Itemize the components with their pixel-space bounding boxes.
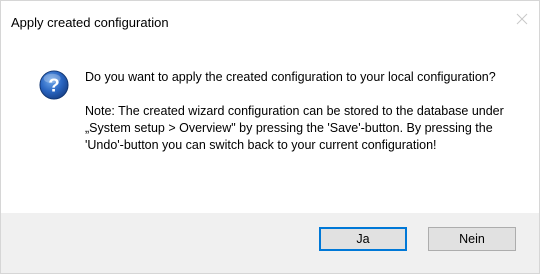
note-text: Note: The created wizard configuration c… [85, 104, 504, 152]
message-area: ? Do you want to apply the created confi… [1, 45, 539, 214]
question-icon: ? [39, 70, 69, 100]
window-title: Apply created configuration [11, 15, 169, 30]
button-bar: Ja Nein [1, 213, 539, 273]
message-text: Do you want to apply the created configu… [85, 69, 525, 154]
no-button[interactable]: Nein [428, 227, 516, 251]
dialog-window: Apply created configuration ? Do you wan… [0, 0, 540, 274]
question-text: Do you want to apply the created configu… [85, 70, 496, 84]
close-button[interactable] [505, 1, 539, 37]
title-bar: Apply created configuration [1, 1, 539, 45]
close-icon [516, 13, 528, 25]
yes-button[interactable]: Ja [319, 227, 407, 251]
svg-text:?: ? [48, 75, 59, 96]
